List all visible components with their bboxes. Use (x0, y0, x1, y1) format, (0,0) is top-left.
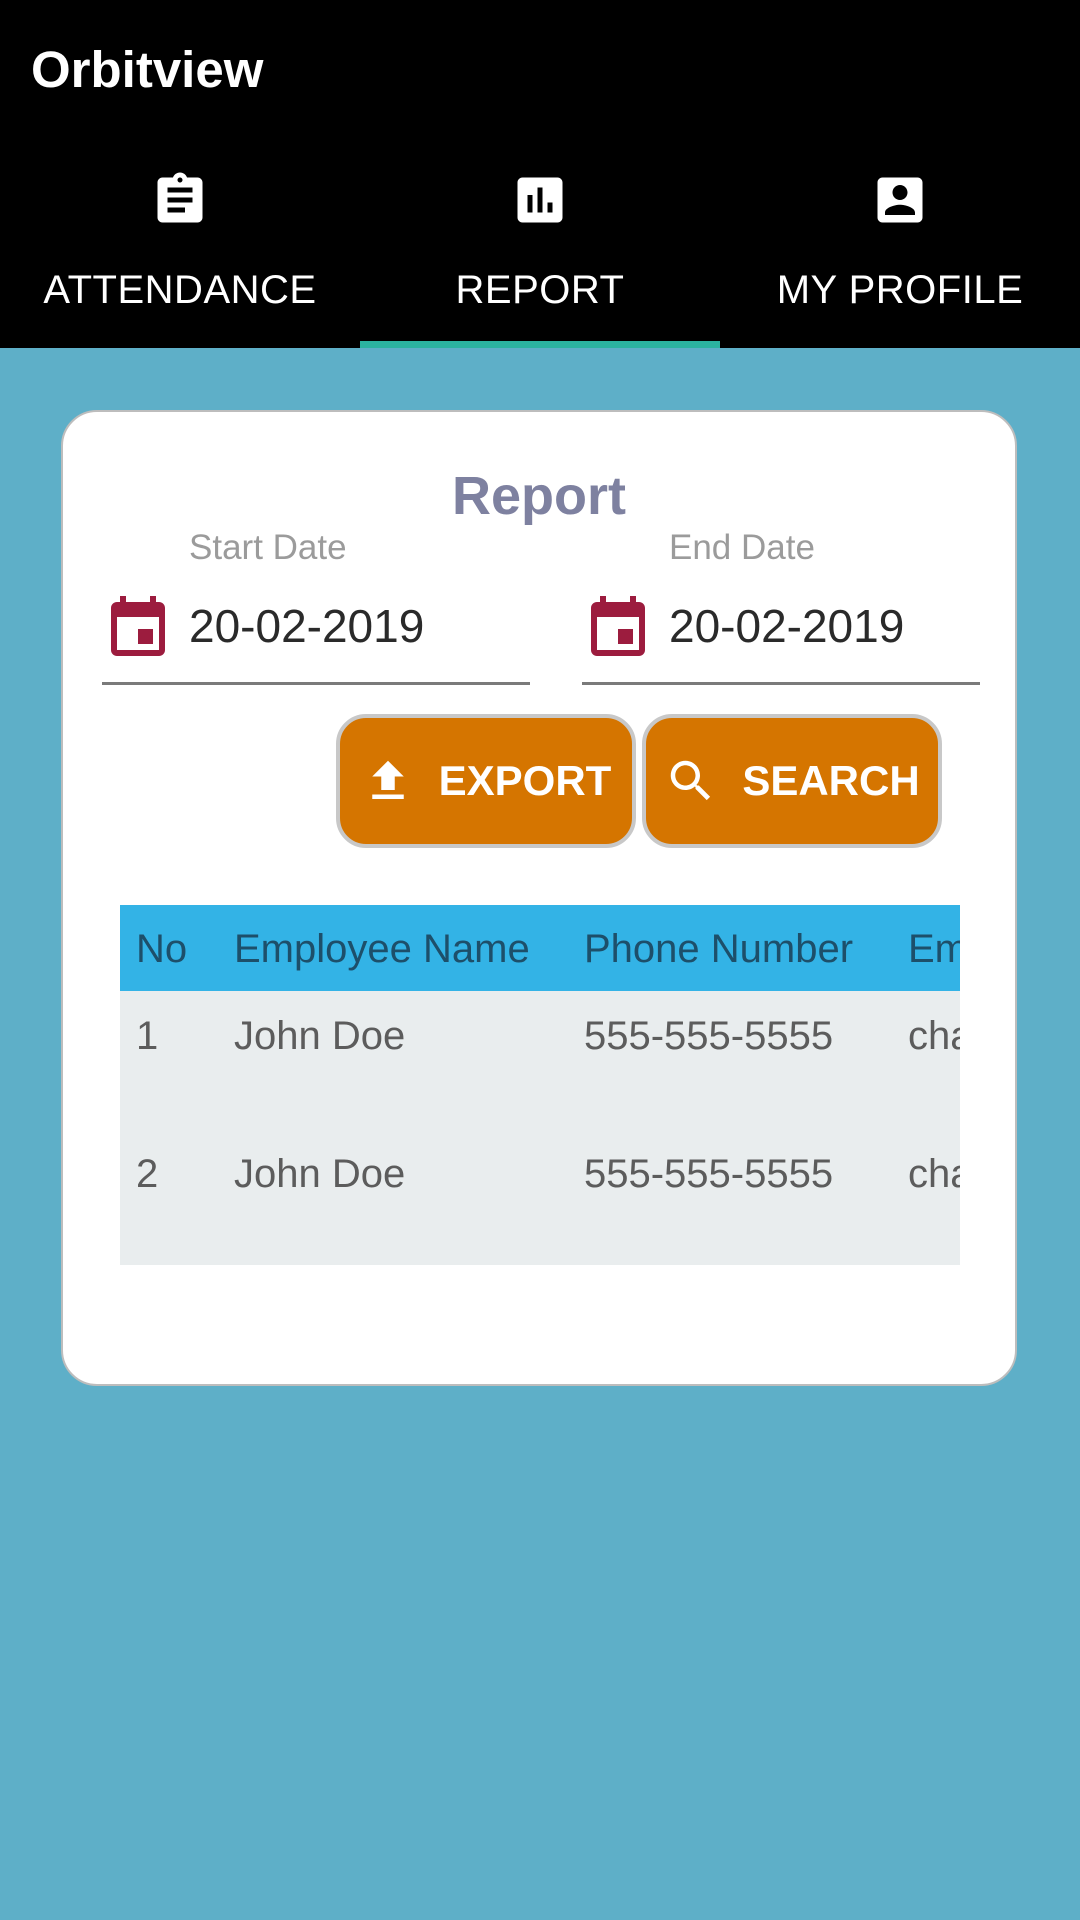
report-card: Report Start Date 20-02-2019 End Date 20… (61, 410, 1017, 1386)
start-date-field[interactable]: Start Date 20-02-2019 (102, 527, 530, 685)
tab-report-label: REPORT (455, 268, 625, 312)
column-header-email: Em (908, 927, 960, 971)
upload-icon (361, 754, 415, 808)
cell-no: 1 (136, 1014, 159, 1058)
cell-phone-number: 555-555-5555 (584, 1152, 834, 1196)
cell-email: cha (908, 1152, 960, 1196)
tab-bar: ATTENDANCE REPORT MY PROFILE (0, 160, 1080, 348)
end-date-field[interactable]: End Date 20-02-2019 (582, 527, 980, 685)
cell-no: 2 (136, 1152, 159, 1196)
export-button-label: EXPORT (438, 757, 612, 804)
clipboard-icon (150, 170, 210, 230)
end-date-underline (582, 682, 980, 685)
search-button-label: SEARCH (742, 757, 920, 804)
start-date-label: Start Date (189, 528, 347, 567)
column-header-phone-number: Phone Number (584, 927, 854, 971)
search-button[interactable]: SEARCH (642, 714, 942, 848)
tab-attendance-label: ATTENDANCE (43, 268, 317, 312)
search-icon (664, 754, 718, 808)
account-box-icon (870, 170, 930, 230)
cell-employee-name: John Doe (234, 1014, 406, 1058)
cell-phone-number: 555-555-5555 (584, 1014, 834, 1058)
column-header-employee-name: Employee Name (234, 927, 530, 971)
selected-tab-indicator (360, 341, 720, 348)
tab-attendance[interactable]: ATTENDANCE (0, 160, 360, 348)
tab-my-profile[interactable]: MY PROFILE (720, 160, 1080, 348)
app-bar: Orbitview ATTENDANCE REPORT MY PROFILE (0, 0, 1080, 348)
start-date-underline (102, 682, 530, 685)
calendar-icon (108, 593, 168, 659)
cell-email: cha (908, 1014, 960, 1058)
column-header-no: No (136, 927, 188, 971)
tab-report[interactable]: REPORT (360, 160, 720, 348)
calendar-icon (588, 593, 648, 659)
app-title: Orbitview (31, 41, 264, 98)
report-title: Report (452, 466, 626, 526)
report-table: No Employee Name Phone Number Em 1 John … (120, 905, 960, 1265)
end-date-label: End Date (669, 528, 815, 567)
export-button[interactable]: EXPORT (336, 714, 636, 848)
cell-employee-name: John Doe (234, 1152, 406, 1196)
start-date-value: 20-02-2019 (189, 600, 425, 652)
table-header: No Employee Name Phone Number Em (120, 905, 960, 991)
end-date-value: 20-02-2019 (669, 600, 905, 652)
bar-chart-icon (510, 170, 570, 230)
tab-my-profile-label: MY PROFILE (776, 268, 1024, 312)
